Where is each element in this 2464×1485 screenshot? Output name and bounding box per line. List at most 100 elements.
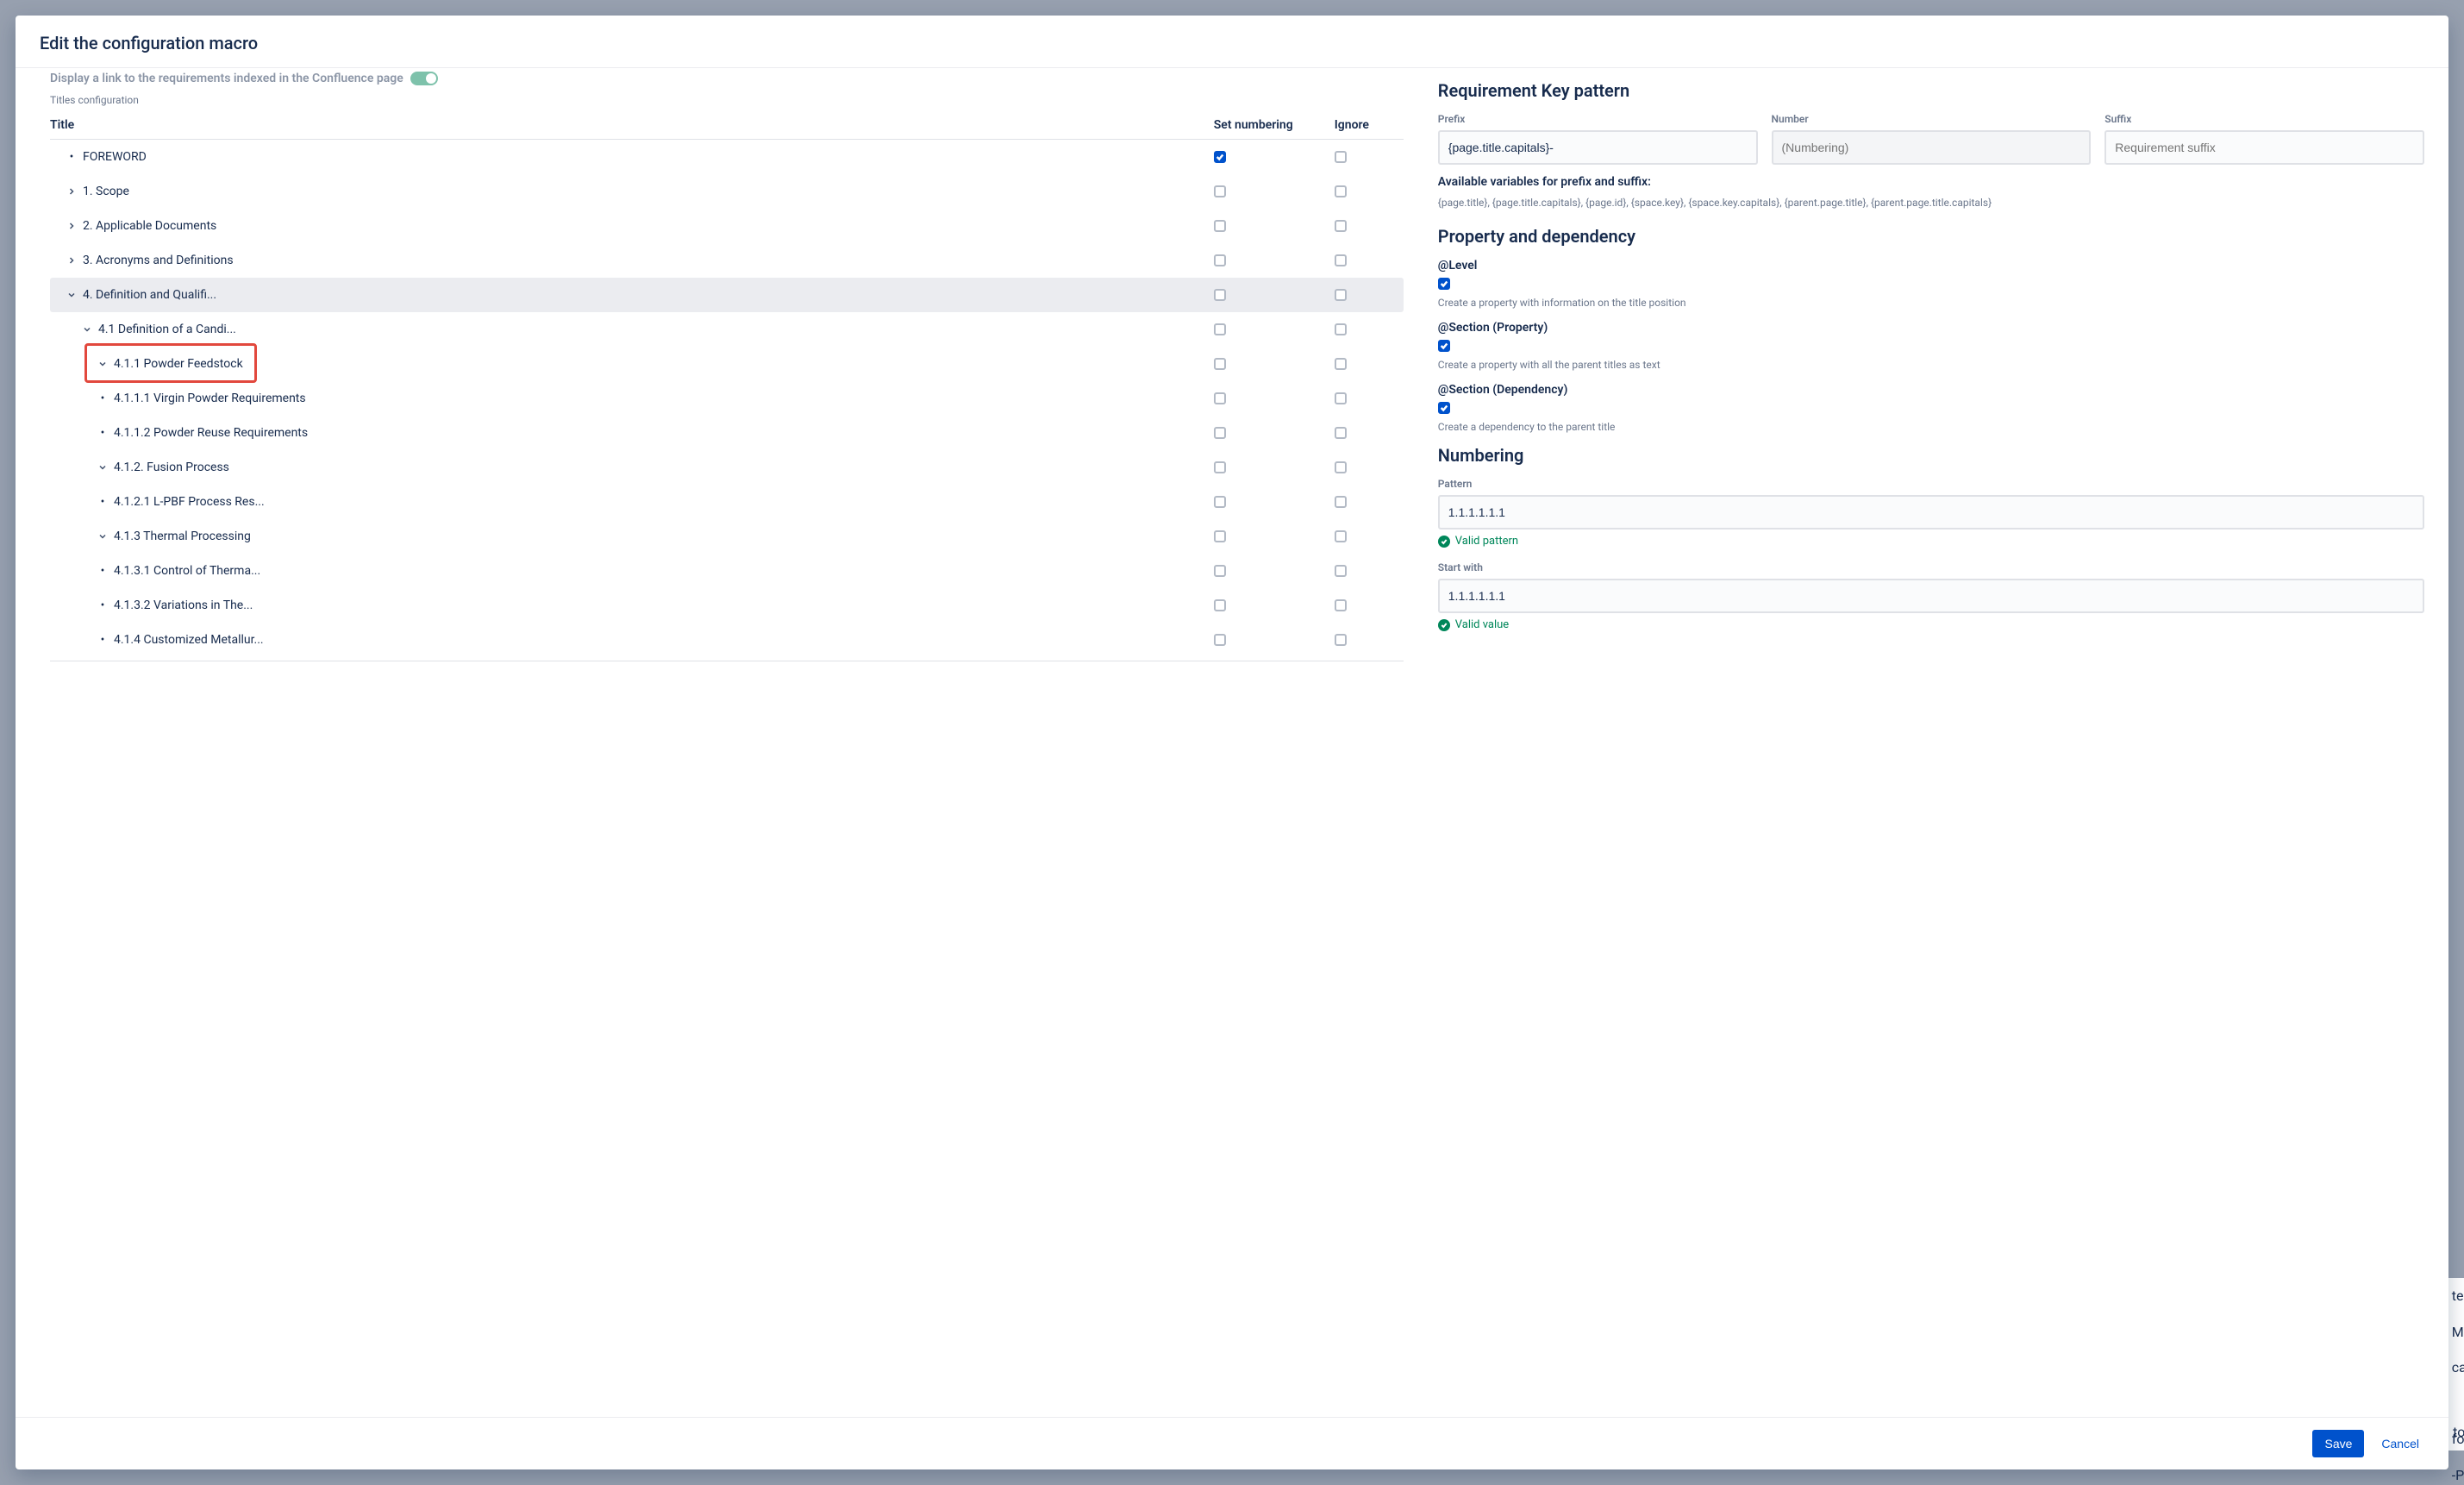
display-link-option[interactable]: Display a link to the requirements index…	[50, 68, 1404, 89]
ignore-checkbox[interactable]	[1335, 427, 1347, 439]
tree-row-ctrl[interactable]: •4.1.3.1 Control of Therma...	[50, 554, 1404, 588]
section-dep-label: @Section (Dependency)	[1438, 383, 2424, 397]
tree-row-var[interactable]: •4.1.3.2 Variations in The...	[50, 588, 1404, 623]
ignore-checkbox[interactable]	[1335, 565, 1347, 577]
titles-config-pane: Display a link to the requirements index…	[50, 68, 1404, 1417]
col-numbering-header: Set numbering	[1214, 118, 1335, 132]
set-numbering-checkbox[interactable]	[1214, 461, 1226, 473]
chevron-down-icon[interactable]	[97, 461, 109, 473]
set-numbering-checkbox[interactable]	[1214, 530, 1226, 542]
settings-pane: Requirement Key pattern Prefix Number Su…	[1438, 68, 2424, 1417]
check-circle-icon	[1438, 536, 1450, 548]
available-vars-note: Available variables for prefix and suffi…	[1438, 173, 2424, 210]
start-input[interactable]	[1438, 579, 2424, 613]
tree-row-defcandi[interactable]: 4.1 Definition of a Candi...	[50, 312, 1404, 347]
chevron-right-icon[interactable]	[66, 254, 78, 266]
tree-item-label: FOREWORD	[83, 150, 147, 164]
numbering-heading: Numbering	[1438, 445, 2424, 466]
ignore-checkbox[interactable]	[1335, 151, 1347, 163]
level-checkbox[interactable]	[1438, 278, 1450, 290]
chevron-down-icon[interactable]	[97, 530, 109, 542]
pattern-label: Pattern	[1438, 478, 2424, 490]
prefix-label: Prefix	[1438, 113, 1758, 125]
chevron-down-icon[interactable]	[66, 289, 78, 301]
set-numbering-checkbox[interactable]	[1214, 565, 1226, 577]
tree-item-label: 4. Definition and Qualifi...	[83, 288, 216, 302]
set-numbering-checkbox[interactable]	[1214, 358, 1226, 370]
tree-row-acro[interactable]: 3. Acronyms and Definitions	[50, 243, 1404, 278]
set-numbering-checkbox[interactable]	[1214, 151, 1226, 163]
tree-row-lpbf[interactable]: •4.1.2.1 L-PBF Process Res...	[50, 485, 1404, 519]
ignore-checkbox[interactable]	[1335, 392, 1347, 404]
tree-item-label: 4.1.2.1 L-PBF Process Res...	[114, 495, 265, 509]
display-link-label: Display a link to the requirements index…	[50, 72, 403, 85]
ignore-checkbox[interactable]	[1335, 599, 1347, 611]
ignore-checkbox[interactable]	[1335, 461, 1347, 473]
tree-row-foreword[interactable]: •FOREWORD	[50, 140, 1404, 174]
display-link-toggle[interactable]	[410, 72, 438, 85]
available-vars-text: {page.title}, {page.title.capitals}, {pa…	[1438, 197, 1992, 209]
pattern-valid-text: Valid pattern	[1455, 535, 1518, 548]
set-numbering-checkbox[interactable]	[1214, 254, 1226, 266]
tree-row-powder[interactable]: 4.1.1 Powder Feedstock	[50, 347, 1404, 381]
prefix-input[interactable]	[1438, 130, 1758, 165]
tree-header: Title Set numbering Ignore	[50, 111, 1404, 140]
tree-item-label: 4.1.3.2 Variations in The...	[114, 598, 253, 612]
chevron-right-icon[interactable]	[66, 185, 78, 197]
ignore-checkbox[interactable]	[1335, 220, 1347, 232]
tree-row-virgin[interactable]: •4.1.1.1 Virgin Powder Requirements	[50, 381, 1404, 416]
tree-row-appdocs[interactable]: 2. Applicable Documents	[50, 209, 1404, 243]
save-button[interactable]: Save	[2312, 1430, 2364, 1457]
tree-item-label: 3. Acronyms and Definitions	[83, 254, 234, 267]
ignore-checkbox[interactable]	[1335, 530, 1347, 542]
section-prop-label: @Section (Property)	[1438, 321, 2424, 335]
ignore-checkbox[interactable]	[1335, 254, 1347, 266]
bullet-icon: •	[97, 634, 109, 646]
ignore-checkbox[interactable]	[1335, 289, 1347, 301]
tree-row-thermal[interactable]: 4.1.3 Thermal Processing	[50, 519, 1404, 554]
set-numbering-checkbox[interactable]	[1214, 392, 1226, 404]
suffix-input[interactable]	[2104, 130, 2424, 165]
tree-row-fusion[interactable]: 4.1.2. Fusion Process	[50, 450, 1404, 485]
titles-config-label: Titles configuration	[50, 89, 1404, 111]
tree-item-label: 2. Applicable Documents	[83, 219, 216, 233]
set-numbering-checkbox[interactable]	[1214, 220, 1226, 232]
ignore-checkbox[interactable]	[1335, 634, 1347, 646]
tree-item-label: 1. Scope	[83, 185, 129, 198]
chevron-right-icon[interactable]	[66, 220, 78, 232]
ignore-checkbox[interactable]	[1335, 358, 1347, 370]
tree-row-cust[interactable]: •4.1.4 Customized Metallur...	[50, 623, 1404, 657]
check-circle-icon	[1438, 619, 1450, 631]
section-dep-checkbox[interactable]	[1438, 402, 1450, 414]
cancel-button[interactable]: Cancel	[2373, 1430, 2428, 1457]
chevron-down-icon[interactable]	[81, 323, 93, 335]
modal-title: Edit the configuration macro	[40, 33, 2424, 53]
set-numbering-checkbox[interactable]	[1214, 634, 1226, 646]
tree-body[interactable]: •FOREWORD1. Scope2. Applicable Documents…	[50, 140, 1404, 661]
tree-item-label: 4.1.2. Fusion Process	[114, 461, 229, 474]
chevron-down-icon[interactable]	[97, 358, 109, 370]
level-label: @Level	[1438, 259, 2424, 273]
bullet-icon: •	[97, 565, 109, 577]
pattern-input[interactable]	[1438, 495, 2424, 529]
bullet-icon: •	[97, 427, 109, 439]
col-ignore-header: Ignore	[1335, 118, 1404, 132]
set-numbering-checkbox[interactable]	[1214, 289, 1226, 301]
tree-row-reuse[interactable]: • 4.1.1.2 Powder Reuse Requirements	[50, 416, 1404, 450]
set-numbering-checkbox[interactable]	[1214, 427, 1226, 439]
set-numbering-checkbox[interactable]	[1214, 323, 1226, 335]
section-prop-desc: Create a property with all the parent ti…	[1438, 359, 2424, 371]
set-numbering-checkbox[interactable]	[1214, 185, 1226, 197]
tree-row-defqual[interactable]: 4. Definition and Qualifi...	[50, 278, 1404, 312]
section-prop-checkbox[interactable]	[1438, 340, 1450, 352]
ignore-checkbox[interactable]	[1335, 323, 1347, 335]
ignore-checkbox[interactable]	[1335, 185, 1347, 197]
tree-row-scope[interactable]: 1. Scope	[50, 174, 1404, 209]
start-valid: Valid value	[1438, 618, 2424, 631]
tree-item-label: 4.1.1.2 Powder Reuse Requirements	[114, 426, 308, 440]
set-numbering-checkbox[interactable]	[1214, 599, 1226, 611]
modal-header: Edit the configuration macro	[16, 16, 2448, 68]
number-label: Number	[1772, 113, 2092, 125]
set-numbering-checkbox[interactable]	[1214, 496, 1226, 508]
ignore-checkbox[interactable]	[1335, 496, 1347, 508]
